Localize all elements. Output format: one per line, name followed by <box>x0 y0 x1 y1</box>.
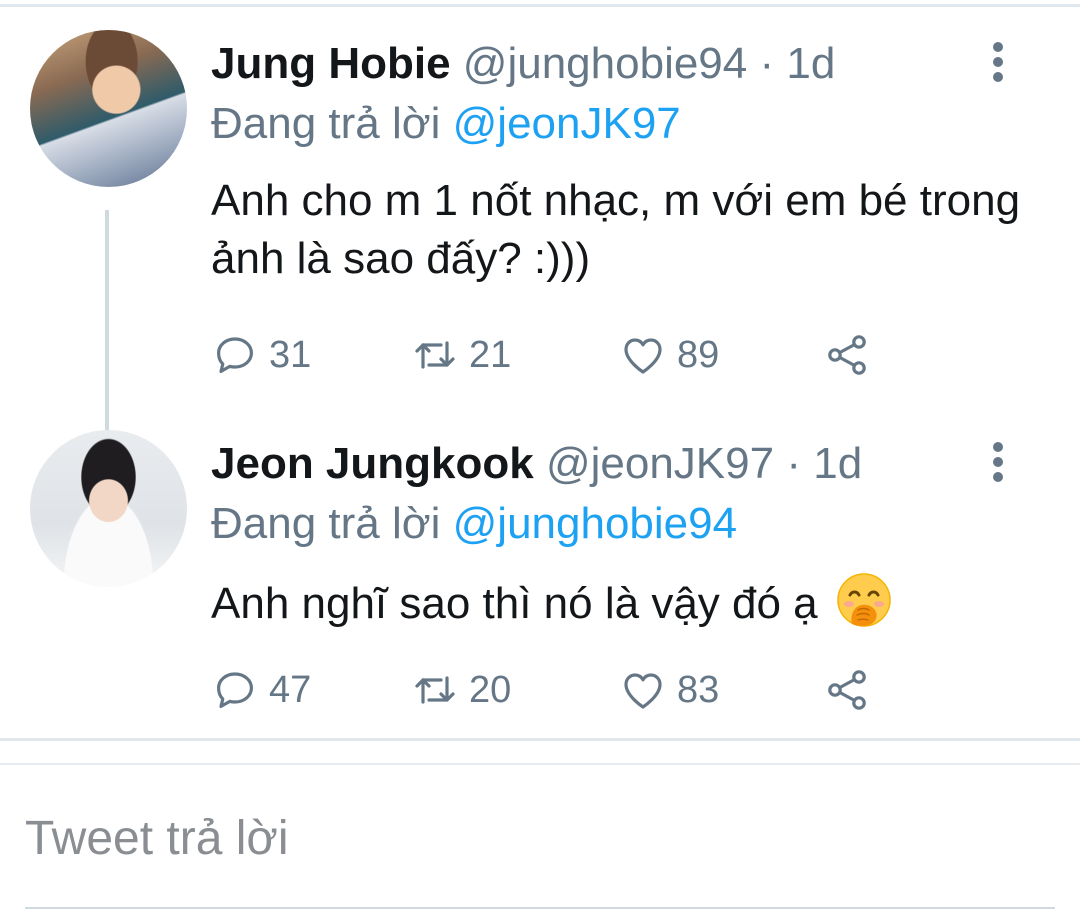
mention-link[interactable]: @junghobie94 <box>453 499 737 548</box>
tweet-text: Anh cho m 1 nốt nhạc, m với em bé trong … <box>211 176 1021 283</box>
retweet-icon <box>415 676 455 704</box>
retweet-button[interactable]: 21 <box>411 330 511 380</box>
tweet[interactable]: Jung Hobie @junghobie94 · 1d Đang trả lờ… <box>0 20 1080 440</box>
more-vertical-icon[interactable] <box>985 442 1011 482</box>
tweet-body: Anh nghĩ sao thì nó là vậy đó ạ <box>211 572 1041 633</box>
retweet-icon <box>415 341 455 369</box>
reply-icon <box>217 672 253 708</box>
retweet-count: 21 <box>469 333 512 376</box>
mention-link[interactable]: @jeonJK97 <box>453 99 681 148</box>
share-icon <box>828 335 866 375</box>
top-divider <box>0 4 1080 7</box>
reply-count: 47 <box>269 668 312 711</box>
reply-input-underline <box>25 907 1055 909</box>
reply-button[interactable]: 47 <box>211 665 311 715</box>
tweet-header: Jeon Jungkook @jeonJK97 · 1d <box>211 438 862 490</box>
author-handle[interactable]: @junghobie94 <box>463 39 747 88</box>
reply-composer <box>0 768 1080 914</box>
tweet-actions: 31 21 89 <box>211 330 911 380</box>
divider <box>0 763 1080 765</box>
replying-to: Đang trả lời @junghobie94 <box>211 498 737 550</box>
tweet-header: Jung Hobie @junghobie94 · 1d <box>211 38 835 90</box>
retweet-button[interactable]: 20 <box>411 665 511 715</box>
replying-prefix: Đang trả lời <box>211 499 441 548</box>
tweet-actions: 47 20 83 <box>211 665 911 715</box>
timestamp[interactable]: 1d <box>813 439 862 488</box>
thread-line <box>105 210 109 440</box>
replying-to: Đang trả lời @jeonJK97 <box>211 98 681 150</box>
tweet[interactable]: Jeon Jungkook @jeonJK97 · 1d Đang trả lờ… <box>0 420 1080 738</box>
reply-button[interactable]: 31 <box>211 330 311 380</box>
like-button[interactable]: 89 <box>619 330 719 380</box>
author-handle[interactable]: @jeonJK97 <box>546 439 774 488</box>
share-button[interactable] <box>823 665 871 715</box>
face-with-hand-over-mouth-icon <box>837 573 891 627</box>
timestamp[interactable]: 1d <box>786 39 835 88</box>
separator: · <box>759 39 775 88</box>
reply-input[interactable] <box>25 806 1055 870</box>
heart-icon <box>624 338 662 374</box>
like-button[interactable]: 83 <box>619 665 719 715</box>
like-count: 83 <box>677 668 720 711</box>
share-icon <box>828 670 866 710</box>
author-name[interactable]: Jeon Jungkook <box>211 439 534 488</box>
like-count: 89 <box>677 333 720 376</box>
reply-icon <box>217 337 253 373</box>
more-vertical-icon[interactable] <box>985 42 1011 82</box>
retweet-count: 20 <box>469 668 512 711</box>
divider <box>0 738 1080 741</box>
share-button[interactable] <box>823 330 871 380</box>
separator: · <box>786 439 801 488</box>
avatar[interactable] <box>30 430 187 587</box>
replying-prefix: Đang trả lời <box>211 99 441 148</box>
heart-icon <box>624 673 662 709</box>
avatar[interactable] <box>30 30 187 187</box>
author-name[interactable]: Jung Hobie <box>211 39 451 88</box>
tweet-text: Anh nghĩ sao thì nó là vậy đó ạ <box>211 579 818 628</box>
reply-count: 31 <box>269 333 312 376</box>
